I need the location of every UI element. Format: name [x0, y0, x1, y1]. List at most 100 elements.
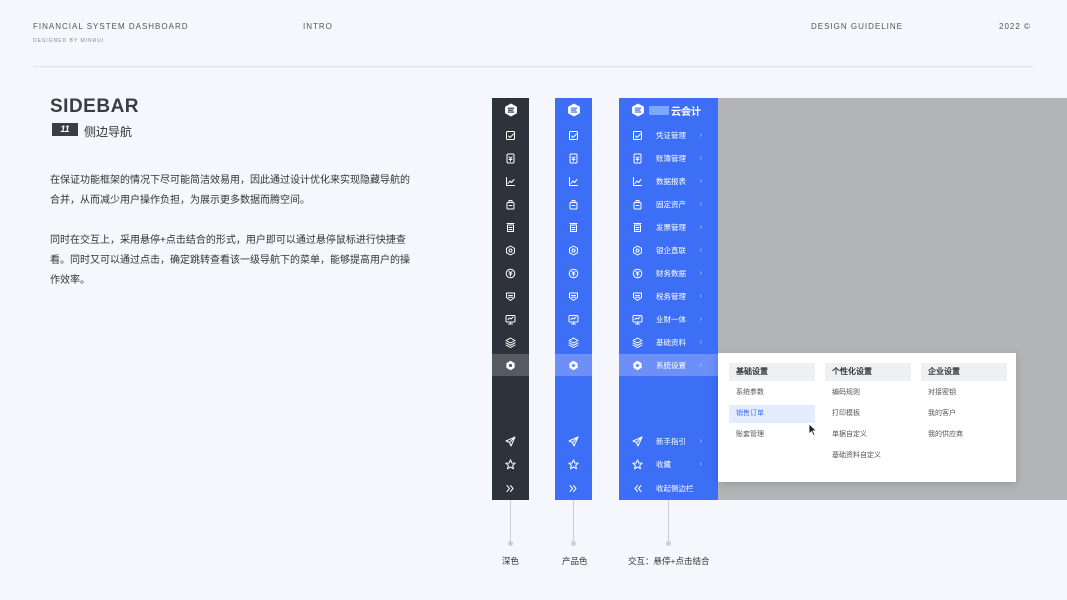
nav-item[interactable]: [555, 285, 592, 307]
finance-icon: [568, 268, 579, 278]
nav-item[interactable]: [492, 147, 529, 169]
logo-icon: [631, 103, 644, 117]
logo-row[interactable]: [555, 98, 592, 122]
nav-item-icon-wrap: [619, 199, 656, 210]
nav-item-icon-wrap: [619, 436, 656, 447]
connector-dot-dark: [508, 541, 513, 546]
header-divider: [33, 66, 1034, 67]
section-number-badge: 11: [52, 123, 78, 136]
chevron-right-icon: ›: [699, 338, 702, 346]
nav-item-icon-wrap: [619, 360, 656, 371]
nav-item[interactable]: [555, 147, 592, 169]
submenu-item[interactable]: 基础资料自定义: [825, 447, 911, 465]
nav-item[interactable]: [555, 331, 592, 353]
ledger-icon: [633, 153, 642, 163]
nav-item[interactable]: [555, 262, 592, 284]
nav-item[interactable]: [492, 331, 529, 353]
connector-dark: [510, 500, 511, 543]
nav-item[interactable]: [555, 308, 592, 330]
voucher-icon: [569, 130, 578, 140]
nav-item[interactable]: [492, 285, 529, 307]
submenu-item[interactable]: 我的客户: [921, 405, 1007, 423]
tax-icon: [506, 292, 515, 301]
nav-item[interactable]: [492, 124, 529, 146]
nav-item[interactable]: [555, 354, 592, 376]
chevron-right-icon: ›: [699, 315, 702, 323]
nav-item-label: 业财一体: [656, 314, 686, 324]
nav-item[interactable]: 凭证管理 ›: [619, 124, 718, 146]
connector-interaction: [668, 500, 669, 543]
chevron-right-icon: ›: [699, 460, 702, 468]
nav-item[interactable]: 银企直联 ›: [619, 239, 718, 261]
submenu-item[interactable]: 打印模板: [825, 405, 911, 423]
description-paragraph-1: 在保证功能框架的情况下尽可能简洁效易用，因此通过设计优化来实现隐藏导航的合并，从…: [50, 175, 410, 206]
nav-bottom-item[interactable]: [555, 453, 592, 475]
connector-dot-interaction: [666, 541, 671, 546]
logo-icon: [567, 103, 580, 117]
nav-item[interactable]: 发票管理 ›: [619, 216, 718, 238]
nav-item-label: 凭证管理: [656, 130, 686, 140]
nav-item-icon-wrap: [555, 199, 592, 210]
submenu-item[interactable]: 单据自定义: [825, 426, 911, 444]
nav-item[interactable]: 基础资料 ›: [619, 331, 718, 353]
chart-icon: [569, 176, 578, 186]
nav-item[interactable]: [492, 262, 529, 284]
logo-row[interactable]: 云会计: [619, 98, 718, 122]
submenu-item[interactable]: 我的供应商: [921, 426, 1007, 444]
submenu-item[interactable]: 销售订单: [729, 405, 815, 423]
submenu-item[interactable]: 账套管理: [729, 426, 815, 444]
nav-item[interactable]: 系统设置 ›: [619, 354, 718, 376]
submenu-item[interactable]: 系统参数: [729, 384, 815, 402]
nav-item-icon-wrap: [492, 458, 529, 470]
monitor-icon: [505, 314, 516, 324]
sidebar-product: [555, 98, 592, 500]
nav-bottom-item[interactable]: 收藏 ›: [619, 453, 718, 475]
logo-icon: [504, 103, 517, 117]
submenu-item[interactable]: 编码规则: [825, 384, 911, 402]
nav-item[interactable]: [492, 354, 529, 376]
chart-icon: [633, 176, 642, 186]
nav-item-icon-wrap: [619, 222, 656, 233]
nav-item[interactable]: 固定资产 ›: [619, 193, 718, 215]
nav-bottom-item[interactable]: [492, 430, 529, 452]
nav-item[interactable]: 数据报表 ›: [619, 170, 718, 192]
nav-item[interactable]: 账簿管理 ›: [619, 147, 718, 169]
nav-bottom-item[interactable]: 收起侧边栏: [619, 477, 718, 499]
submenu-item[interactable]: 对接密钥: [921, 384, 1007, 402]
nav-bottom-item[interactable]: [492, 477, 529, 499]
nav-item[interactable]: [492, 216, 529, 238]
nav-item[interactable]: 税务管理 ›: [619, 285, 718, 307]
description-paragraph-2: 同时在交互上，采用悬停+点击结合的形式，用户即可以通过悬停鼠标进行快捷查看。同时…: [50, 235, 410, 286]
nav-item[interactable]: [492, 308, 529, 330]
nav-bottom-item[interactable]: [555, 477, 592, 499]
nav-item[interactable]: [555, 193, 592, 215]
nav-bottom-item[interactable]: 新手指引 ›: [619, 430, 718, 452]
nav-item[interactable]: [555, 170, 592, 192]
monitor-icon: [568, 314, 579, 324]
collapse-icon: [634, 484, 642, 492]
nav-bottom-item[interactable]: [492, 453, 529, 475]
invoice-icon: [569, 222, 578, 232]
nav-item[interactable]: 财务数据 ›: [619, 262, 718, 284]
nav-bottom-item[interactable]: [555, 430, 592, 452]
bank-icon: [506, 245, 515, 255]
nav-item[interactable]: [492, 170, 529, 192]
nav-item-label: 收起侧边栏: [656, 483, 694, 493]
chevron-right-icon: ›: [699, 246, 702, 254]
nav-item-icon-wrap: [619, 483, 656, 494]
nav-item-icon-wrap: [492, 153, 529, 164]
nav-item[interactable]: 业财一体 ›: [619, 308, 718, 330]
nav-item-icon-wrap: [555, 360, 592, 371]
nav-item[interactable]: [555, 216, 592, 238]
nav-item-icon-wrap: [492, 268, 529, 279]
nav-item-icon-wrap: [492, 176, 529, 187]
nav-item[interactable]: [555, 239, 592, 261]
nav-item-icon-wrap: [555, 483, 592, 494]
logo-row[interactable]: [492, 98, 529, 122]
star-icon: [505, 458, 516, 469]
nav-item[interactable]: [555, 124, 592, 146]
nav-item[interactable]: [492, 239, 529, 261]
nav-item[interactable]: [492, 193, 529, 215]
asset-icon: [633, 199, 642, 209]
nav-item-icon-wrap: [555, 245, 592, 256]
